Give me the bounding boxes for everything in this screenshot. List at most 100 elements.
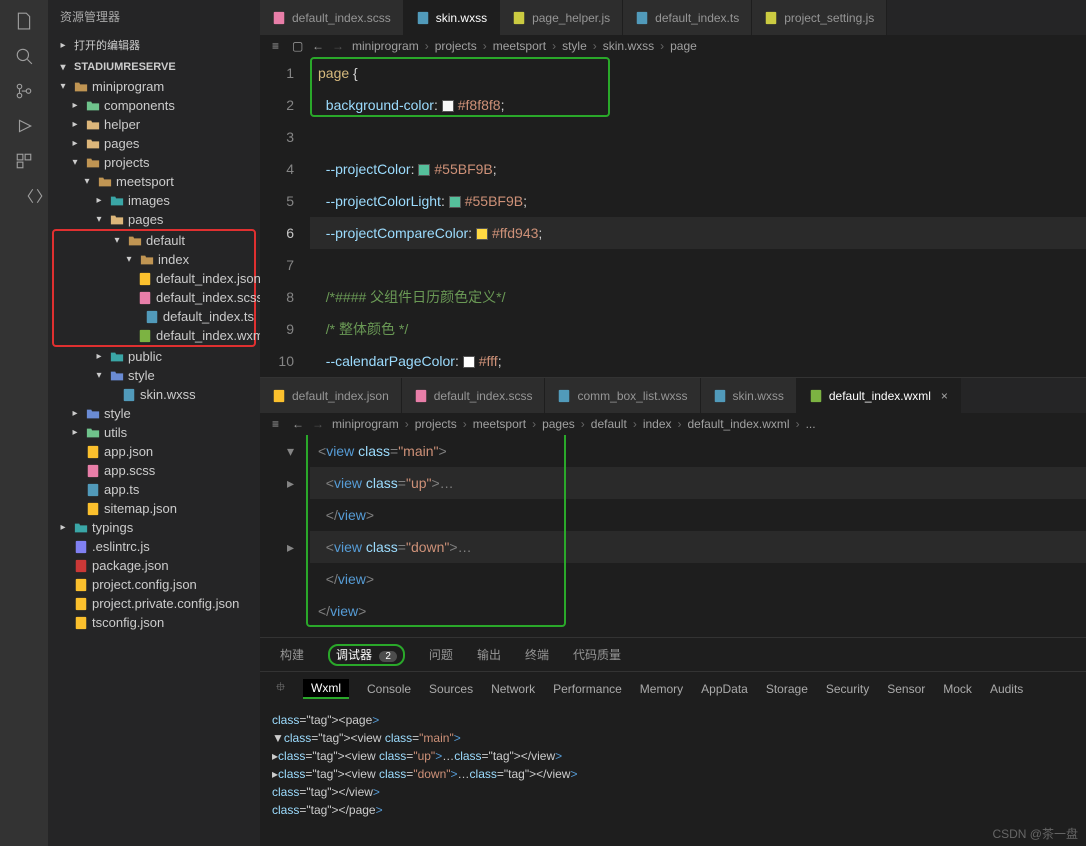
tree-item[interactable]: default_index.wxml [54,326,254,345]
editor-tab[interactable]: default_index.scss [260,0,404,35]
devtools-tab[interactable]: Network [491,682,535,696]
breadcrumb-top: ≡ ▢ ← → miniprogram›projects›meetsport›s… [260,35,1086,57]
devtools-tab[interactable]: AppData [701,682,748,696]
editor-tab[interactable]: skin.wxss [404,0,500,35]
editor-tab[interactable]: skin.wxss [701,378,797,413]
breadcrumb-item[interactable]: default_index.wxml [688,417,790,431]
tree-item[interactable]: package.json [48,556,260,575]
panel-tab[interactable]: 输出 [473,644,505,665]
tree-item[interactable]: ▸typings [48,518,260,537]
tree-item[interactable]: ▸components [48,96,260,115]
open-editors-section[interactable]: ▸打开的编辑器 [48,33,260,57]
tree-item[interactable]: ▾meetsport [48,172,260,191]
tree-item[interactable]: app.scss [48,461,260,480]
panel-tab[interactable]: 构建 [276,644,308,665]
editor-tab[interactable]: page_helper.js [500,0,623,35]
tree-item[interactable]: sitemap.json [48,499,260,518]
tree-item[interactable]: project.private.config.json [48,594,260,613]
editor-tab[interactable]: default_index.ts [623,0,752,35]
file-tree: ▾miniprogram▸components▸helper▸pages▾pro… [48,77,260,846]
breadcrumb-item[interactable]: projects [435,39,477,53]
tree-item[interactable]: ▸public [48,347,260,366]
tree-item[interactable]: ▾default [54,231,254,250]
tree-item[interactable]: tsconfig.json [48,613,260,632]
editor-tabs-top: default_index.scssskin.wxsspage_helper.j… [260,0,1086,35]
editor-default-index-wxml[interactable]: ▾▸▸18 <view class="main"> <view class="u… [260,435,1086,637]
devtools-tab[interactable]: Sensor [887,682,925,696]
back-icon[interactable]: ← [312,39,326,53]
breadcrumb-bottom: ≡ ← → miniprogram›projects›meetsport›pag… [260,413,1086,435]
tree-item[interactable]: ▾style [48,366,260,385]
editor-tab[interactable]: default_index.scss [402,378,546,413]
devtools-tab[interactable]: Console [367,682,411,696]
tree-item[interactable]: skin.wxss [48,385,260,404]
git-icon[interactable] [15,82,33,105]
tree-item[interactable]: ▸style [48,404,260,423]
forward-icon[interactable]: → [332,39,346,53]
menu-icon[interactable]: ≡ [272,39,286,53]
editor-tabs-bottom: default_index.jsondefault_index.scsscomm… [260,378,1086,413]
editor-tab[interactable]: project_setting.js [752,0,887,35]
tree-item[interactable]: default_index.ts [54,307,254,326]
tree-item[interactable]: ▾pages [48,210,260,229]
tree-item[interactable]: app.json [48,442,260,461]
workspace-section[interactable]: ▾STADIUMRESERVE [48,57,260,77]
editor-tab[interactable]: comm_box_list.wxss [545,378,700,413]
activity-bar [0,0,48,846]
tree-item[interactable]: ▾projects [48,153,260,172]
explorer-sidebar: 资源管理器 ▸打开的编辑器 ▾STADIUMRESERVE ▾miniprogr… [48,0,260,846]
editor-tab[interactable]: default_index.json [260,378,402,413]
tree-item[interactable]: ▸helper [48,115,260,134]
breadcrumb-item[interactable]: index [643,417,672,431]
breadcrumb-item[interactable]: miniprogram [352,39,419,53]
tree-item[interactable]: default_index.json [54,269,254,288]
dom-inspector[interactable]: class="tag"><page>▼class="tag"><view cla… [260,705,1086,825]
devtools-tab[interactable]: Storage [766,682,808,696]
devtools-tab[interactable]: Wxml [303,679,349,699]
devtools-tab[interactable]: Audits [990,682,1023,696]
breadcrumb-item[interactable]: ... [806,417,816,431]
menu-icon[interactable]: ≡ [272,417,286,431]
panel-tab[interactable]: 代码质量 [569,644,625,665]
tree-item[interactable]: ▾index [54,250,254,269]
tree-item[interactable]: project.config.json [48,575,260,594]
bookmark-icon[interactable]: ▢ [292,39,306,53]
editor-tab[interactable]: default_index.wxml× [797,378,961,413]
tree-item[interactable]: ▸images [48,191,260,210]
tree-item[interactable]: .eslintrc.js [48,537,260,556]
breadcrumb-item[interactable]: pages [542,417,575,431]
inspect-icon[interactable]: ⯐ [276,678,285,699]
tree-item[interactable]: ▸pages [48,134,260,153]
panel-tab[interactable]: 问题 [425,644,457,665]
tree-item[interactable]: ▾miniprogram [48,77,260,96]
debug-icon[interactable] [15,117,33,140]
collapse-icon[interactable] [26,187,44,210]
breadcrumb-item[interactable]: meetsport [473,417,526,431]
extensions-icon[interactable] [15,152,33,175]
watermark: CSDN @茶一盘 [992,825,1078,842]
breadcrumb-item[interactable]: miniprogram [332,417,399,431]
main-editor-area: default_index.scssskin.wxsspage_helper.j… [260,0,1086,846]
breadcrumb-item[interactable]: default [591,417,627,431]
explorer-title: 资源管理器 [48,0,260,33]
devtools-tab[interactable]: Mock [943,682,972,696]
panel-tab[interactable]: 调试器 2 [324,644,409,665]
breadcrumb-item[interactable]: projects [415,417,457,431]
breadcrumb-item[interactable]: style [562,39,587,53]
breadcrumb-item[interactable]: meetsport [493,39,546,53]
breadcrumb-item[interactable]: page [670,39,697,53]
devtools-tab[interactable]: Sources [429,682,473,696]
tree-item[interactable]: default_index.scss [54,288,254,307]
panel-tab[interactable]: 终端 [521,644,553,665]
editor-skin-wxss[interactable]: 12345678910 page { background-color: #f8… [260,57,1086,377]
forward-icon[interactable]: → [312,417,326,431]
breadcrumb-item[interactable]: skin.wxss [603,39,654,53]
back-icon[interactable]: ← [292,417,306,431]
files-icon[interactable] [15,12,33,35]
tree-item[interactable]: ▸utils [48,423,260,442]
tree-item[interactable]: app.ts [48,480,260,499]
devtools-tab[interactable]: Performance [553,682,622,696]
devtools-tab[interactable]: Memory [640,682,683,696]
devtools-tab[interactable]: Security [826,682,869,696]
search-icon[interactable] [15,47,33,70]
